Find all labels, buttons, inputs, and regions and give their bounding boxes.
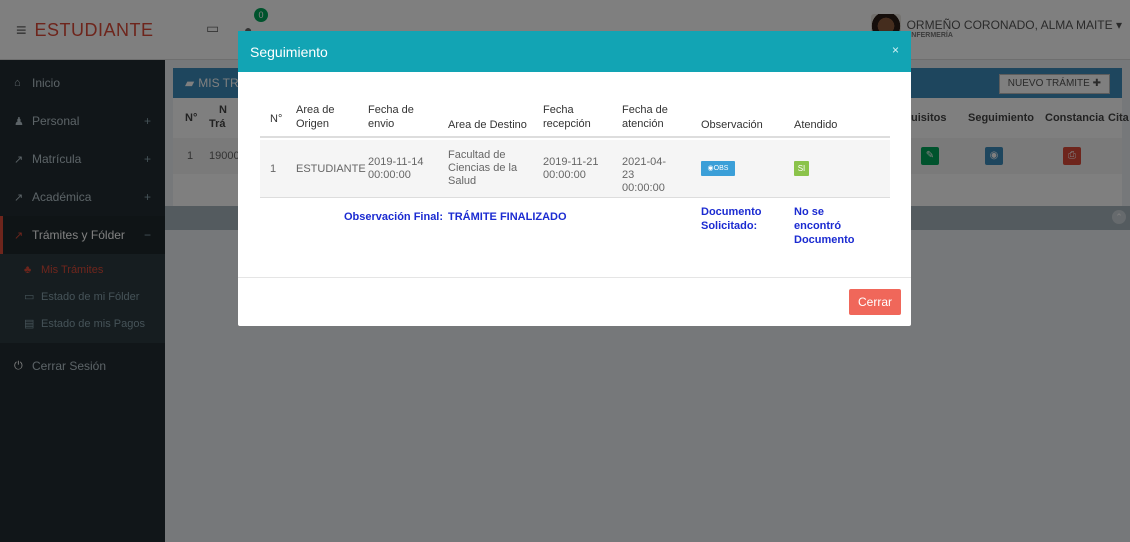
modal-footer: Cerrar: [238, 277, 911, 326]
cell-num: 1: [270, 163, 277, 175]
column-header: Observación: [701, 119, 763, 131]
final-observation-label: Observación Final:: [344, 211, 444, 223]
modal-header: Seguimiento ×: [238, 31, 911, 72]
cell-destino: Facultad de Ciencias de la Salud: [448, 149, 518, 187]
cell-atencion: 2021-04-23 00:00:00: [622, 156, 667, 194]
document-value: No se encontró Documento: [794, 206, 855, 246]
column-header: Area de Destino: [448, 119, 527, 131]
table-row: 1 ESTUDIANTE 2019-11-14 00:00:00 Faculta…: [260, 140, 890, 198]
table-header: N° Area de Origen Fecha de envio Area de…: [260, 100, 890, 138]
obs-button[interactable]: ◉OBS: [701, 161, 735, 176]
final-observation-value: TRÁMITE FINALIZADO: [448, 211, 567, 223]
modal-title: Seguimiento: [250, 43, 328, 60]
cell-envio: 2019-11-14 00:00:00: [368, 156, 424, 181]
column-header: Fecha de atención: [622, 104, 668, 130]
seguimiento-modal: Seguimiento × N° Area de Origen Fecha de…: [238, 31, 911, 326]
column-header: Area de Origen: [296, 104, 335, 130]
column-header: Fecha recepción: [543, 104, 591, 130]
cerrar-button[interactable]: Cerrar: [849, 289, 901, 315]
document-label: Documento Solicitado:: [701, 206, 762, 232]
column-header: Atendido: [794, 119, 838, 131]
column-header: Fecha de envio: [368, 104, 414, 130]
modal-body: N° Area de Origen Fecha de envio Area de…: [260, 72, 890, 277]
close-icon[interactable]: ×: [892, 43, 899, 57]
atendido-badge: SI: [794, 161, 809, 176]
column-header: N°: [270, 113, 283, 125]
cell-recepcion: 2019-11-21 00:00:00: [543, 156, 599, 181]
cell-origen: ESTUDIANTE: [296, 163, 366, 175]
